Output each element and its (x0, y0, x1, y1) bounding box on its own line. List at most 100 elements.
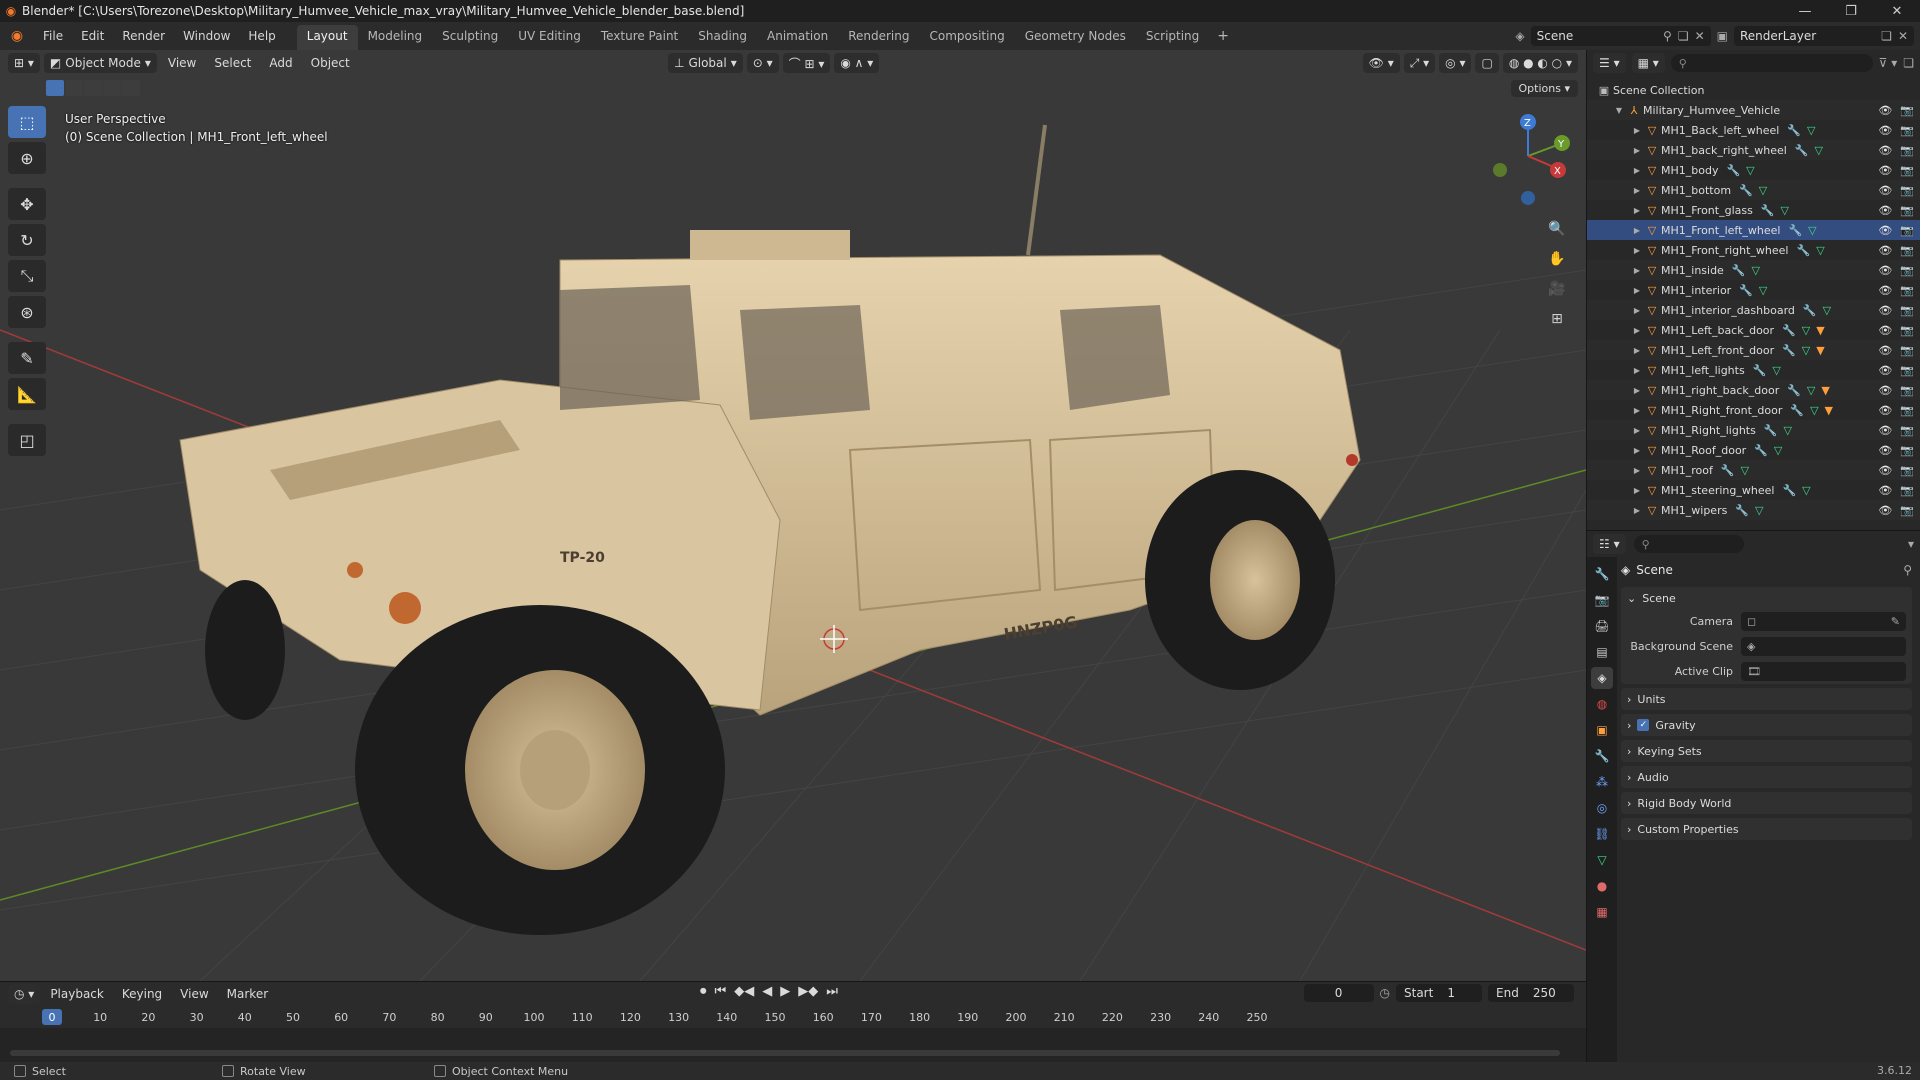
render-camera-icon[interactable]: 📷 (1900, 224, 1914, 237)
material-icon[interactable]: ▼ (1821, 384, 1829, 397)
options-dropdown[interactable]: Options ▾ (1510, 80, 1578, 97)
collapse-arrow-icon[interactable]: ▼ (1613, 106, 1625, 115)
render-camera-icon[interactable]: 📷 (1900, 244, 1914, 257)
menu-playback[interactable]: Playback (42, 987, 112, 1001)
axis-gizmo[interactable]: Z Y X (1478, 106, 1578, 206)
play-icon[interactable]: ▶ (780, 984, 790, 999)
cursor-tool-icon[interactable]: ⊕ (8, 142, 46, 174)
expand-arrow-icon[interactable]: ▶ (1631, 126, 1643, 135)
expand-arrow-icon[interactable]: ▶ (1631, 266, 1643, 275)
transform-orientation-dropdown[interactable]: ⊥ Global ▾ (668, 53, 743, 73)
render-camera-icon[interactable]: 📷 (1900, 284, 1914, 297)
outliner-editor-type-button[interactable]: ☰ ▾ (1593, 53, 1626, 73)
expand-arrow-icon[interactable]: ▶ (1631, 386, 1643, 395)
expand-arrow-icon[interactable]: ▶ (1631, 206, 1643, 215)
mesh-data-icon[interactable]: ▽ (1759, 284, 1767, 297)
render-camera-icon[interactable]: 📷 (1900, 464, 1914, 477)
tab-uv-editing[interactable]: UV Editing (508, 25, 591, 50)
editor-type-button[interactable]: ⊞ ▾ (8, 53, 40, 73)
menu-keying[interactable]: Keying (114, 987, 170, 1001)
scene-panel-header[interactable]: ⌄ Scene (1621, 587, 1912, 609)
tab-compositing[interactable]: Compositing (919, 25, 1014, 50)
expand-arrow-icon[interactable]: ▶ (1631, 186, 1643, 195)
mesh-data-icon[interactable]: ▽ (1752, 264, 1760, 277)
expand-arrow-icon[interactable]: ▶ (1631, 326, 1643, 335)
expand-arrow-icon[interactable]: ▶ (1631, 366, 1643, 375)
record-icon[interactable]: ⏺ (700, 984, 707, 999)
expand-arrow-icon[interactable]: ▶ (1631, 486, 1643, 495)
mesh-data-icon[interactable]: ▽ (1741, 464, 1749, 477)
render-camera-icon[interactable]: 📷 (1900, 364, 1914, 377)
render-camera-icon[interactable]: 📷 (1900, 304, 1914, 317)
rigid-body-world-panel[interactable]: › Rigid Body World (1621, 792, 1912, 814)
menu-timeline-view[interactable]: View (172, 987, 216, 1001)
eye-icon[interactable]: 👁 (1878, 444, 1892, 457)
eye-icon[interactable]: 👁 (1878, 344, 1892, 357)
outliner-object-row[interactable]: ▶ ▽ MH1_Front_right_wheel 🔧 ▽ 👁 📷 (1587, 240, 1920, 260)
visibility-button[interactable]: 👁 ▾ (1362, 53, 1400, 73)
select-box-tool-icon[interactable]: ⬚ (8, 106, 46, 138)
properties-editor-type-button[interactable]: ☷ ▾ (1593, 534, 1626, 554)
current-frame-field[interactable]: 0 (1303, 984, 1374, 1002)
new-scene-icon[interactable]: ❏ (1678, 29, 1689, 43)
mesh-data-icon[interactable]: ▽ (1802, 324, 1810, 337)
mesh-data-icon[interactable]: ▽ (1755, 504, 1763, 517)
view-layer-browse-icon[interactable]: ▣ (1717, 29, 1728, 43)
mesh-data-icon[interactable]: ▽ (1781, 204, 1789, 217)
expand-arrow-icon[interactable]: ▶ (1631, 246, 1643, 255)
menu-file[interactable]: File (34, 22, 72, 50)
eye-icon[interactable]: 👁 (1878, 424, 1892, 437)
mesh-data-icon[interactable]: ▽ (1816, 244, 1824, 257)
outliner-object-row[interactable]: ▶ ▽ MH1_Left_front_door 🔧 ▽ ▼ 👁 📷 (1587, 340, 1920, 360)
eye-icon[interactable]: 👁 (1878, 384, 1892, 397)
start-frame-field[interactable]: Start 1 (1396, 984, 1482, 1002)
rotate-tool-icon[interactable]: ↻ (8, 224, 46, 256)
outliner-object-row[interactable]: ▶ ▽ MH1_Roof_door 🔧 ▽ 👁 📷 (1587, 440, 1920, 460)
blender-menu-icon[interactable]: ◉ (0, 28, 34, 44)
3d-viewport[interactable]: TP-20 HNZP0G ⊞ ▾ ◩ Object Mode ▾ View Se… (0, 50, 1586, 981)
mesh-data-icon[interactable]: ▽ (1815, 144, 1823, 157)
render-camera-icon[interactable]: 📷 (1900, 204, 1914, 217)
chevron-down-icon[interactable]: ▾ (1908, 537, 1914, 551)
new-collection-icon[interactable]: ❏ (1903, 56, 1914, 70)
add-cube-tool-icon[interactable]: ◰ (8, 424, 46, 456)
pan-hand-icon[interactable]: ✋ (1544, 246, 1570, 272)
scale-tool-icon[interactable]: ⤡ (8, 260, 46, 292)
delete-view-layer-icon[interactable]: ✕ (1898, 29, 1908, 43)
modifier-wrench-icon[interactable]: 🔧 (1790, 404, 1804, 417)
eye-icon[interactable]: 👁 (1878, 484, 1892, 497)
outliner-object-row[interactable]: ▶ ▽ MH1_right_back_door 🔧 ▽ ▼ 👁 📷 (1587, 380, 1920, 400)
modifier-wrench-icon[interactable]: 🔧 (1782, 344, 1796, 357)
expand-arrow-icon[interactable]: ▶ (1631, 146, 1643, 155)
mesh-data-icon[interactable]: ▽ (1807, 124, 1815, 137)
view-layer-selector[interactable]: RenderLayer ❏ ✕ (1734, 26, 1914, 46)
mesh-data-icon[interactable]: ▽ (1802, 484, 1810, 497)
select-subtract-icon[interactable] (84, 80, 102, 96)
select-extend-icon[interactable] (65, 80, 83, 96)
data-tab-icon[interactable]: ▽ (1591, 849, 1613, 871)
modifier-wrench-icon[interactable]: 🔧 (1735, 504, 1749, 517)
outliner-search-input[interactable]: ⚲ (1670, 54, 1873, 72)
expand-arrow-icon[interactable]: ▶ (1631, 226, 1643, 235)
eye-icon[interactable]: 👁 (1878, 324, 1892, 337)
modifier-wrench-icon[interactable]: 🔧 (1754, 444, 1768, 457)
outliner-object-row[interactable]: ▶ ▽ MH1_Back_left_wheel 🔧 ▽ 👁 📷 (1587, 120, 1920, 140)
menu-add[interactable]: Add (262, 56, 299, 70)
world-tab-icon[interactable]: ◍ (1591, 693, 1613, 715)
active-clip-field[interactable]: 🎞 (1741, 662, 1906, 681)
annotate-tool-icon[interactable]: ✎ (8, 342, 46, 374)
units-panel[interactable]: › Units (1621, 688, 1912, 710)
output-tab-icon[interactable]: 🖨 (1591, 615, 1613, 637)
background-scene-field[interactable]: ◈ (1741, 637, 1906, 656)
eye-icon[interactable]: 👁 (1878, 504, 1892, 517)
jump-start-icon[interactable]: ⏮ (715, 984, 727, 999)
expand-arrow-icon[interactable]: ▶ (1631, 166, 1643, 175)
zoom-icon[interactable]: 🔍 (1544, 216, 1570, 242)
outliner-object-row[interactable]: ▶ ▽ MH1_wipers 🔧 ▽ 👁 📷 (1587, 500, 1920, 520)
audio-panel[interactable]: › Audio (1621, 766, 1912, 788)
custom-properties-panel[interactable]: › Custom Properties (1621, 818, 1912, 840)
material-tab-icon[interactable]: ● (1591, 875, 1613, 897)
expand-arrow-icon[interactable]: ▶ (1631, 506, 1643, 515)
select-new-icon[interactable] (46, 80, 64, 96)
modifier-tab-icon[interactable]: 🔧 (1591, 745, 1613, 767)
